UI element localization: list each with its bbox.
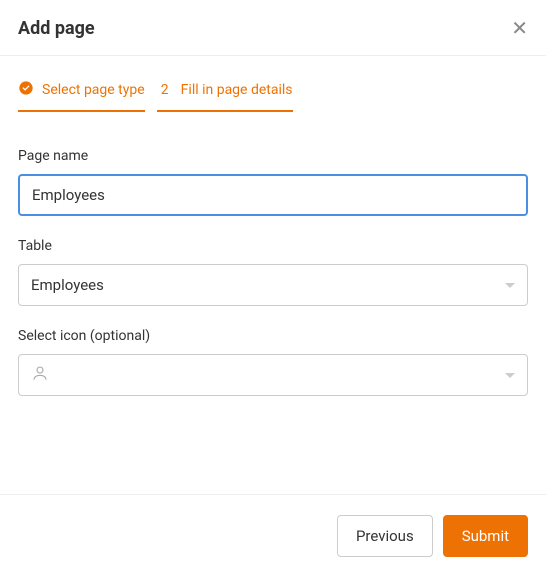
submit-button[interactable]: Submit (443, 515, 528, 557)
close-icon: ✕ (511, 18, 528, 40)
step-label: Fill in page details (181, 82, 293, 98)
chevron-down-icon (505, 283, 515, 288)
table-selected-value: Employees (31, 276, 104, 294)
modal-title: Add page (18, 18, 95, 39)
modal-content: Select page type 2 Fill in page details … (0, 56, 546, 396)
user-icon (31, 364, 49, 386)
modal-header: Add page ✕ (0, 0, 546, 55)
close-button[interactable]: ✕ (511, 19, 528, 39)
modal-footer: Previous Submit (337, 515, 528, 557)
step-fill-in-page-details[interactable]: 2 Fill in page details (157, 80, 293, 112)
field-table: Table Employees (18, 238, 528, 306)
step-select-page-type[interactable]: Select page type (18, 80, 145, 112)
icon-label: Select icon (optional) (18, 328, 528, 344)
icon-select[interactable] (18, 354, 528, 396)
footer-divider (0, 494, 546, 495)
table-label: Table (18, 238, 528, 254)
field-icon: Select icon (optional) (18, 328, 528, 396)
field-page-name: Page name (18, 148, 528, 216)
check-circle-icon (18, 80, 34, 100)
previous-button[interactable]: Previous (337, 515, 433, 557)
step-label: Select page type (42, 82, 145, 98)
step-number: 2 (157, 82, 173, 98)
wizard-steps: Select page type 2 Fill in page details (18, 80, 528, 112)
page-name-input[interactable] (18, 174, 528, 216)
chevron-down-icon (505, 373, 515, 378)
page-name-label: Page name (18, 148, 528, 164)
table-select[interactable]: Employees (18, 264, 528, 306)
